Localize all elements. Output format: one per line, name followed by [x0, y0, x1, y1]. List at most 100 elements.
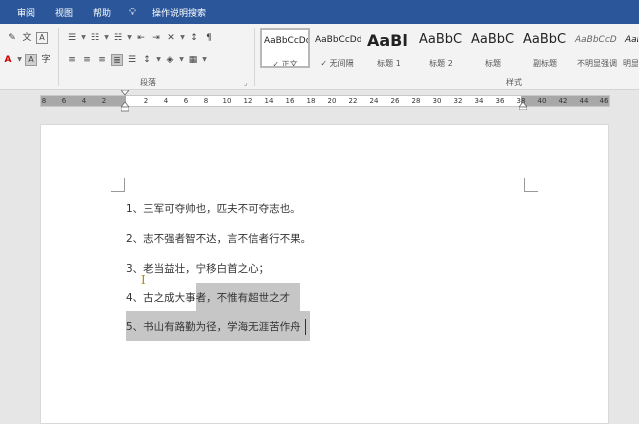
ruler-tick: 14 — [264, 97, 274, 105]
ruler-tick: 8 — [203, 97, 209, 105]
style-heading-1[interactable]: AaBl 标题 1 — [364, 28, 414, 68]
style-intense-emphasis[interactable]: AaBb 明显强 — [622, 28, 639, 68]
paragraph-group-label: 段落 — [140, 78, 156, 87]
font-group: ✎ 文 A A ▼ A 字 — [0, 24, 56, 90]
right-indent-marker-icon[interactable] — [519, 94, 527, 110]
style-name: ✓ 正文 — [272, 60, 298, 68]
style-sample: AaBbC — [523, 32, 567, 47]
ruler-tick: 34 — [474, 97, 484, 105]
ruler-tick: 16 — [285, 97, 295, 105]
style-subtitle[interactable]: AaBbC 副标题 — [520, 28, 570, 68]
style-sample: AaBbC — [419, 32, 463, 47]
ruler-tick: 26 — [390, 97, 400, 105]
ruler-tick: 6 — [183, 97, 189, 105]
document-line-1[interactable]: 1、三军可夺帅也，匹夫不可夺志也。 — [126, 201, 301, 217]
shading-dropdown-icon[interactable]: ▼ — [179, 54, 184, 66]
ruler-tick: 22 — [348, 97, 358, 105]
menu-view[interactable]: 视图 — [45, 6, 83, 19]
style-name: 不明显强调 — [577, 59, 617, 68]
line-spacing-dropdown-icon[interactable]: ▼ — [156, 54, 161, 66]
ruler-area: 8 6 4 2 2 4 6 8 10 12 14 16 18 20 22 24 … — [0, 90, 639, 112]
style-sample: AaBb — [625, 35, 638, 45]
ruler-tick: 2 — [143, 97, 149, 105]
numbering-icon[interactable]: ☷ — [89, 32, 101, 44]
decrease-indent-icon[interactable]: ⇤ — [135, 32, 147, 44]
paragraph-group: ☰ ▼ ☷ ▼ ☵ ▼ ⇤ ⇥ ✕ ▼ ↕ ¶ ≡ ≡ ≡ ≣ ☰ ↕ ▼ ◈ … — [62, 24, 252, 90]
enclose-characters-icon[interactable]: 字 — [40, 54, 52, 66]
ruler-tick: 46 — [599, 97, 609, 105]
style-no-spacing[interactable]: AaBbCcDd ✓ 无间隔 — [312, 28, 362, 68]
distributed-icon[interactable]: ☰ — [126, 54, 138, 66]
style-name: 明显强 — [623, 59, 639, 68]
style-sample: AaBbCcDd — [315, 35, 362, 45]
style-name: 标题 2 — [429, 59, 453, 68]
ruler-tick: 30 — [432, 97, 442, 105]
sort-icon[interactable]: ↕ — [188, 32, 200, 44]
show-marks-icon[interactable]: ¶ — [203, 32, 215, 44]
document-page[interactable]: 1、三军可夺帅也，匹夫不可夺志也。 2、志不强者智不达，言不信者行不果。 3、老… — [40, 124, 609, 424]
style-name: 标题 1 — [377, 59, 401, 68]
line-spacing-icon[interactable]: ↕ — [141, 54, 153, 66]
chinese-layout-icon[interactable]: ✕ — [165, 32, 177, 44]
ruler-tick: 2 — [101, 97, 107, 105]
document-line-2[interactable]: 2、志不强者智不达，言不信者行不果。 — [126, 231, 311, 247]
justify-icon[interactable]: ≣ — [111, 54, 123, 66]
numbering-dropdown-icon[interactable]: ▼ — [104, 32, 109, 44]
indent-marker-icon[interactable] — [121, 90, 129, 112]
font-color-dropdown-icon[interactable]: ▼ — [17, 54, 22, 66]
multilevel-list-icon[interactable]: ☵ — [112, 32, 124, 44]
style-heading-2[interactable]: AaBbC 标题 2 — [416, 28, 466, 68]
phonetic-guide-icon[interactable]: 文 — [21, 32, 33, 44]
document-line-5[interactable]: 5、书山有路勤为径，学海无涯苦作舟 — [126, 319, 301, 335]
ruler-tick: 24 — [369, 97, 379, 105]
style-normal[interactable]: AaBbCcDd ✓ 正文 — [260, 28, 310, 68]
menu-bar: 审阅 视图 帮助 💡︎ 操作说明搜索 — [0, 0, 639, 24]
align-left-icon[interactable]: ≡ — [66, 54, 78, 66]
ruler-tick: 42 — [558, 97, 568, 105]
line-4-plain-text: 4、古之成大事 — [126, 292, 196, 304]
clear-format-icon[interactable]: ✎ — [6, 32, 18, 44]
bullets-icon[interactable]: ☰ — [66, 32, 78, 44]
styles-gallery: AaBbCcDd ✓ 正文 AaBbCcDd ✓ 无间隔 AaBl 标题 1 A… — [256, 24, 639, 90]
increase-indent-icon[interactable]: ⇥ — [150, 32, 162, 44]
font-color-icon[interactable]: A — [2, 54, 14, 66]
style-sample: AaBl — [367, 31, 408, 50]
borders-icon[interactable]: ▦ — [187, 54, 199, 66]
style-subtle-emphasis[interactable]: AaBbCcD 不明显强调 — [572, 28, 622, 68]
bullets-dropdown-icon[interactable]: ▼ — [81, 32, 86, 44]
lightbulb-icon[interactable]: 💡︎ — [127, 7, 138, 18]
style-sample: AaBbC — [471, 32, 515, 47]
style-name: 副标题 — [533, 59, 557, 68]
ribbon: ✎ 文 A A ▼ A 字 ☰ ▼ ☷ ▼ ☵ ▼ ⇤ ⇥ ✕ ▼ ↕ ¶ ≡ — [0, 24, 639, 90]
line-4-selected-text: 者，不惟有超世之才 — [195, 292, 291, 304]
align-center-icon[interactable]: ≡ — [81, 54, 93, 66]
ruler-tick: 44 — [579, 97, 589, 105]
style-name: ✓ 无间隔 — [320, 59, 354, 68]
paragraph-launcher-icon[interactable]: ⌟ — [244, 79, 247, 87]
menu-help[interactable]: 帮助 — [83, 6, 121, 19]
align-right-icon[interactable]: ≡ — [96, 54, 108, 66]
style-title[interactable]: AaBbC 标题 — [468, 28, 518, 68]
styles-group-label: 样式 — [506, 78, 522, 87]
style-sample: AaBbCcD — [575, 35, 617, 45]
document-line-3[interactable]: 3、老当益壮，宁移白首之心； — [126, 261, 269, 277]
tell-me-search[interactable]: 操作说明搜索 — [142, 6, 216, 19]
character-shading-icon[interactable]: A — [25, 54, 37, 66]
document-line-4[interactable]: 4、古之成大事者，不惟有超世之才 — [126, 290, 290, 306]
multilevel-dropdown-icon[interactable]: ▼ — [127, 32, 132, 44]
chinese-layout-dropdown-icon[interactable]: ▼ — [180, 32, 185, 44]
ruler-tick: 12 — [243, 97, 253, 105]
character-border-icon[interactable]: A — [36, 32, 48, 44]
ruler-tick: 10 — [222, 97, 232, 105]
ruler-tick: 28 — [411, 97, 421, 105]
menu-review[interactable]: 审阅 — [0, 6, 45, 19]
ruler-tick: 32 — [453, 97, 463, 105]
borders-dropdown-icon[interactable]: ▼ — [202, 54, 207, 66]
i-beam-cursor-icon: I — [141, 273, 146, 287]
crop-mark-top-right — [524, 178, 538, 192]
ruler-tick: 4 — [81, 97, 87, 105]
shading-icon[interactable]: ◈ — [164, 54, 176, 66]
ribbon-separator — [254, 28, 255, 86]
ruler-tick: 6 — [61, 97, 67, 105]
ribbon-separator — [58, 28, 59, 86]
